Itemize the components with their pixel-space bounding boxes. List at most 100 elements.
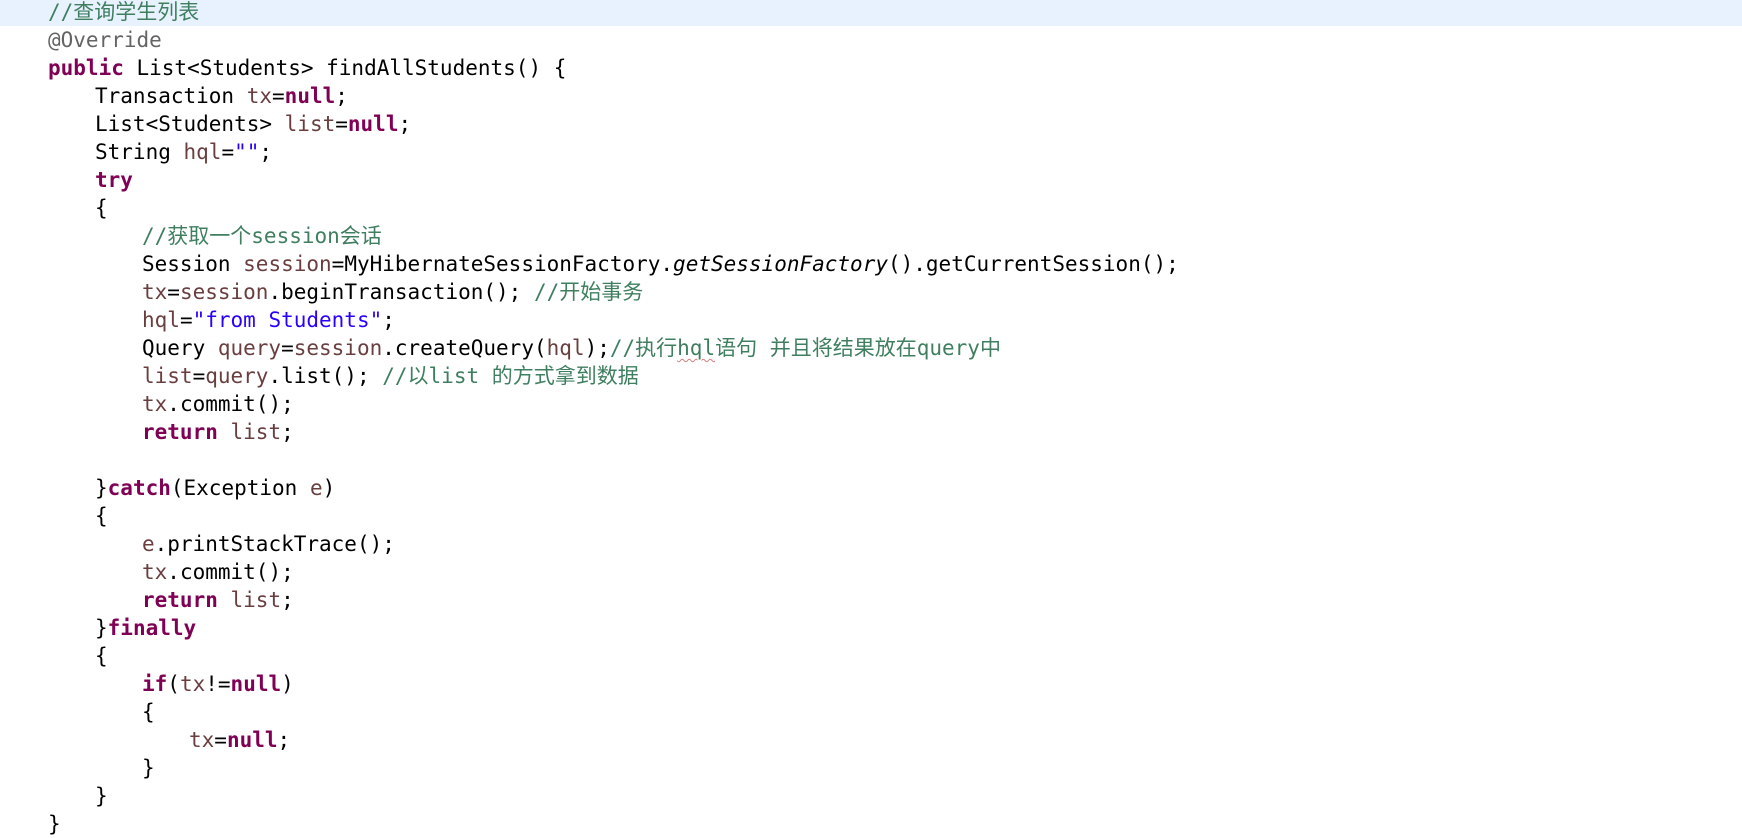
code-token: ;: [335, 84, 348, 108]
code-line[interactable]: e.printStackTrace();: [0, 530, 1742, 558]
code-token: {: [142, 700, 155, 724]
code-line[interactable]: String hql="";: [0, 138, 1742, 166]
code-token: =: [272, 84, 285, 108]
code-token: .beginTransaction();: [268, 280, 534, 304]
code-line[interactable]: }finally: [0, 614, 1742, 642]
code-token: }: [95, 616, 108, 640]
code-line[interactable]: tx.commit();: [0, 390, 1742, 418]
code-line[interactable]: tx=session.beginTransaction(); //开始事务: [0, 278, 1742, 306]
code-line[interactable]: {: [0, 698, 1742, 726]
code-line-content: Session session=MyHibernateSessionFactor…: [142, 250, 1179, 278]
code-line[interactable]: public List<Students> findAllStudents() …: [0, 54, 1742, 82]
code-token: query: [217, 336, 282, 360]
code-token: .list();: [268, 364, 383, 388]
code-token: );: [584, 336, 610, 360]
code-token: if: [142, 672, 168, 696]
code-line[interactable]: return list;: [0, 418, 1742, 446]
code-token: =: [192, 364, 206, 388]
code-token: .commit();: [167, 560, 294, 584]
code-line-content: try: [95, 166, 133, 194]
code-token: tx: [189, 728, 215, 752]
code-token: (Exception: [170, 476, 310, 500]
code-token: hql: [142, 308, 180, 332]
code-line[interactable]: }: [0, 782, 1742, 810]
code-token: =: [221, 140, 235, 164]
code-token: //查询学生列表: [48, 0, 200, 24]
code-line[interactable]: [0, 446, 1742, 474]
code-token: list: [284, 112, 336, 136]
code-line-content: List<Students> list=null;: [95, 110, 411, 138]
code-token: =: [281, 336, 294, 360]
code-line[interactable]: return list;: [0, 586, 1742, 614]
code-token: list: [230, 420, 282, 444]
code-token: return: [142, 588, 218, 612]
code-token: list: [230, 588, 282, 612]
code-token: hql: [183, 140, 222, 164]
code-token: "from Students": [192, 308, 383, 332]
code-token: //以list 的方式拿到数据: [382, 364, 639, 388]
code-line[interactable]: Session session=MyHibernateSessionFactor…: [0, 250, 1742, 278]
code-line[interactable]: //获取一个session会话: [0, 222, 1742, 250]
code-line[interactable]: hql="from Students";: [0, 306, 1742, 334]
code-token: }: [48, 812, 61, 836]
code-line-content: tx=session.beginTransaction(); //开始事务: [142, 278, 643, 306]
code-line[interactable]: }: [0, 754, 1742, 782]
code-token: Transaction: [95, 84, 247, 108]
code-line-content: @Override: [48, 26, 162, 54]
code-token: null: [226, 728, 278, 752]
code-line[interactable]: List<Students> list=null;: [0, 110, 1742, 138]
code-line[interactable]: }: [0, 810, 1742, 838]
code-line-content: tx.commit();: [142, 558, 294, 586]
code-token: =: [335, 112, 348, 136]
code-line-content: //查询学生列表: [48, 0, 199, 26]
code-token: catch: [107, 476, 171, 500]
code-token: Query: [142, 336, 218, 360]
code-token: tx: [142, 560, 168, 584]
code-line[interactable]: }catch(Exception e): [0, 474, 1742, 502]
code-token: session: [179, 280, 269, 304]
code-line[interactable]: Transaction tx=null;: [0, 82, 1742, 110]
code-line[interactable]: {: [0, 642, 1742, 670]
code-line[interactable]: Query query=session.createQuery(hql);//执…: [0, 334, 1742, 362]
code-token: 语句 并且将结果放在query中: [715, 336, 1001, 360]
code-line-content: hql="from Students";: [142, 306, 395, 334]
code-token: query: [205, 364, 269, 388]
code-token: =: [214, 728, 227, 752]
code-token: session: [293, 336, 383, 360]
code-line[interactable]: if(tx!=null): [0, 670, 1742, 698]
code-token: ;: [277, 728, 291, 752]
code-token: null: [284, 84, 336, 108]
code-line-content: tx.commit();: [142, 390, 294, 418]
code-token: public: [48, 56, 124, 80]
code-line-content: Transaction tx=null;: [95, 82, 348, 110]
code-token: e: [309, 476, 323, 500]
code-line-content: //获取一个session会话: [142, 222, 382, 250]
code-token: ;: [382, 308, 395, 332]
code-line[interactable]: @Override: [0, 26, 1742, 54]
code-line-content: }: [142, 754, 155, 782]
code-line-content: {: [142, 698, 155, 726]
code-token: .commit();: [167, 392, 294, 416]
code-line[interactable]: try: [0, 166, 1742, 194]
code-token: List<Students>: [95, 112, 285, 136]
code-token: }: [95, 476, 108, 500]
code-token: ().getCurrentSession();: [887, 252, 1179, 276]
current-line[interactable]: //查询学生列表: [0, 0, 1742, 26]
code-token: {: [95, 644, 108, 668]
code-line[interactable]: {: [0, 502, 1742, 530]
code-editor[interactable]: //查询学生列表 @Override public List<Students> f…: [0, 0, 1742, 836]
code-token: "": [234, 140, 260, 164]
code-token: e: [142, 532, 155, 556]
code-token: !=: [205, 672, 231, 696]
code-line[interactable]: {: [0, 194, 1742, 222]
code-line[interactable]: list=query.list(); //以list 的方式拿到数据: [0, 362, 1742, 390]
code-line-content: Query query=session.createQuery(hql);//执…: [142, 334, 1001, 362]
code-token: finally: [107, 616, 197, 640]
code-token: //执行: [609, 336, 678, 360]
code-line[interactable]: tx.commit();: [0, 558, 1742, 586]
code-token: hql: [677, 336, 716, 360]
code-token: ): [322, 476, 336, 500]
code-line[interactable]: tx=null;: [0, 726, 1742, 754]
code-line-content: String hql="";: [95, 138, 272, 166]
